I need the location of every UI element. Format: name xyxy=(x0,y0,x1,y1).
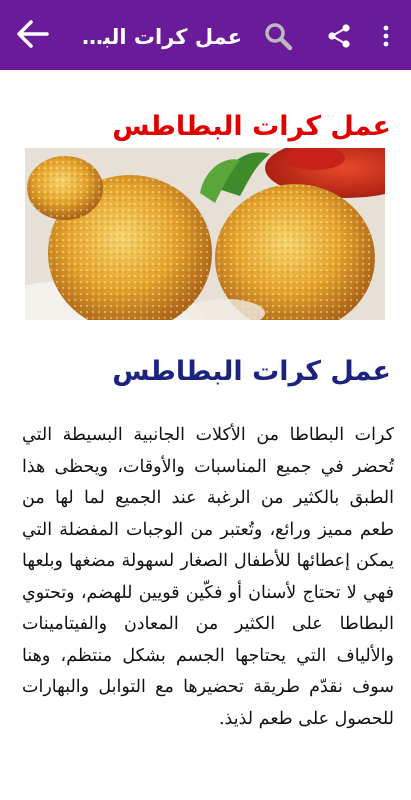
more-vert-icon xyxy=(382,25,390,51)
article-top-heading: عمل كرات البطاطس xyxy=(112,111,391,142)
search-icon xyxy=(263,21,293,55)
share-icon xyxy=(327,23,351,53)
article-body: كرات البطاطا من الأكلات الجانبية البسيطة… xyxy=(22,425,394,729)
article-photo xyxy=(25,148,385,320)
overflow-menu-button[interactable] xyxy=(376,22,396,54)
article-heading: عمل كرات البطاطس xyxy=(112,356,391,387)
search-button[interactable] xyxy=(262,22,294,54)
share-button[interactable] xyxy=(324,22,354,54)
back-button[interactable] xyxy=(14,20,50,52)
app-bar: عمل كرات البطاطس xyxy=(0,0,411,70)
page-title: عمل كرات البطاطس xyxy=(70,25,242,49)
back-arrow-icon xyxy=(15,19,49,53)
